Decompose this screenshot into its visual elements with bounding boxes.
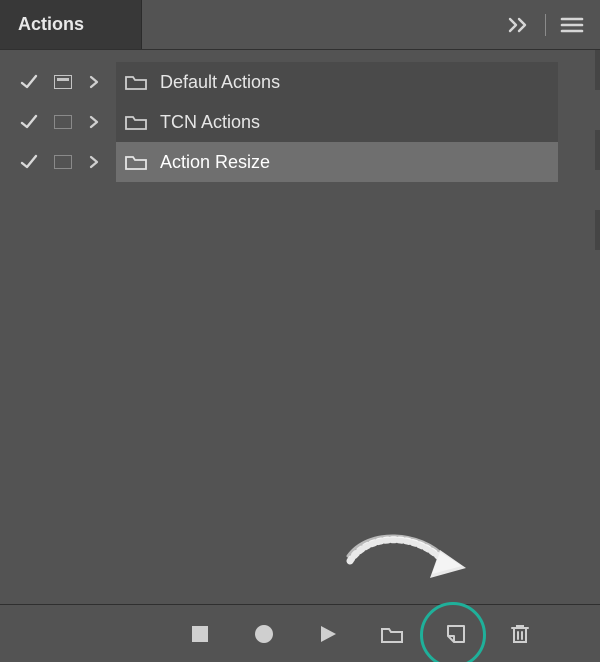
double-chevron-right-icon[interactable] [507,16,531,34]
action-set-row[interactable]: Default Actions [0,62,600,102]
folder-icon [124,113,148,131]
panel-tab-actions[interactable]: Actions [0,0,142,49]
modal-dialog-toggle[interactable] [52,75,74,89]
check-icon[interactable] [18,73,40,91]
action-list: Default Actions TCN Actions [0,50,600,182]
dialog-box-icon [54,115,72,129]
action-set-name-cell[interactable]: Default Actions [116,62,558,102]
panel-header: Actions [0,0,600,50]
chevron-right-icon[interactable] [86,114,102,130]
action-set-name-cell[interactable]: Action Resize [116,142,558,182]
modal-dialog-toggle[interactable] [52,115,74,129]
action-set-row[interactable]: TCN Actions [0,102,600,142]
folder-icon [124,73,148,91]
folder-icon [124,153,148,171]
chevron-right-icon[interactable] [86,154,102,170]
annotation-arrow-icon [340,526,480,606]
delete-button[interactable] [505,619,535,649]
panel-title: Actions [18,14,84,35]
action-set-label: Default Actions [160,72,280,93]
play-button[interactable] [313,619,343,649]
modal-dialog-toggle[interactable] [52,155,74,169]
panel-footer [0,604,600,662]
check-icon[interactable] [18,153,40,171]
dock-strip [595,210,600,250]
chevron-right-icon[interactable] [86,74,102,90]
dialog-box-icon [54,155,72,169]
record-button[interactable] [249,619,279,649]
action-set-name-cell[interactable]: TCN Actions [116,102,558,142]
dialog-box-icon [54,75,72,89]
stop-button[interactable] [185,619,215,649]
dock-strip [595,50,600,90]
new-action-button[interactable] [441,619,471,649]
new-action-set-button[interactable] [377,619,407,649]
action-set-label: TCN Actions [160,112,260,133]
action-set-row[interactable]: Action Resize [0,142,600,182]
action-set-label: Action Resize [160,152,270,173]
header-separator [545,14,546,36]
header-controls [491,0,600,49]
check-icon[interactable] [18,113,40,131]
header-spacer [142,0,491,49]
dock-strip [595,130,600,170]
hamburger-menu-icon[interactable] [560,16,584,34]
